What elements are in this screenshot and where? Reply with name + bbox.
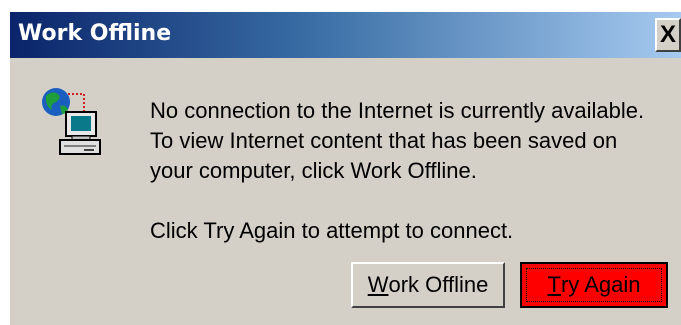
close-button[interactable]: X bbox=[655, 18, 681, 52]
button-mnemonic: W bbox=[367, 272, 389, 297]
button-label: ry Again bbox=[560, 272, 641, 297]
message-line: To view Internet content that has been s… bbox=[150, 128, 618, 153]
message-line: your computer, click Work Offline. bbox=[150, 158, 477, 183]
close-icon: X bbox=[660, 21, 677, 48]
window-title: Work Offline bbox=[18, 21, 172, 46]
work-offline-dialog: Work Offline X No connection to the Inte… bbox=[8, 10, 681, 325]
offline-computer-icon bbox=[38, 86, 102, 166]
message-line: No connection to the Internet is current… bbox=[150, 98, 645, 123]
message-line: Click Try Again to attempt to connect. bbox=[150, 218, 514, 243]
try-again-button[interactable]: Try Again bbox=[520, 262, 668, 308]
title-bar[interactable]: Work Offline X bbox=[10, 12, 681, 58]
button-label: ork Offline bbox=[388, 272, 489, 297]
button-mnemonic: T bbox=[547, 272, 561, 297]
message-text: No connection to the Internet is current… bbox=[150, 96, 675, 246]
work-offline-button[interactable]: Work Offline bbox=[351, 262, 505, 308]
